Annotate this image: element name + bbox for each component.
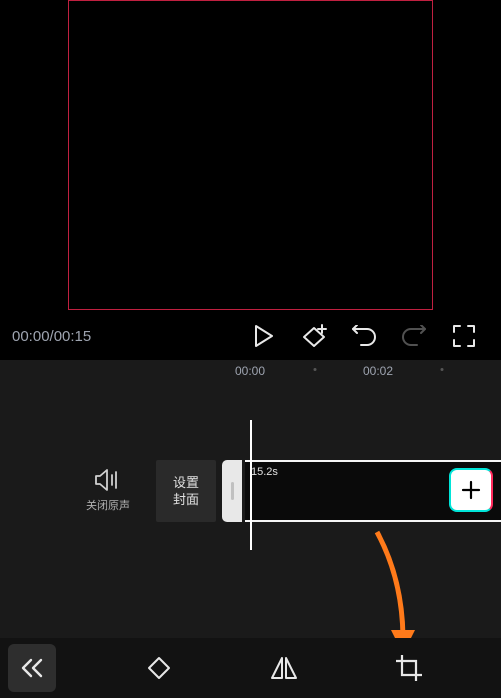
fullscreen-button[interactable] [443, 315, 485, 357]
mute-label: 关闭原声 [86, 497, 130, 513]
time-display: 00:00/00:15 [12, 328, 91, 345]
crop-icon [396, 655, 422, 681]
keyframe-add-icon [300, 323, 328, 349]
annotation-arrow [355, 530, 435, 638]
clip-duration-label: 15.2s [251, 466, 278, 478]
add-clip-button[interactable] [449, 468, 493, 512]
ruler-tick-dot [314, 368, 317, 371]
clip-left-handle[interactable] [222, 460, 242, 522]
mirror-icon [270, 657, 298, 679]
speaker-icon [95, 469, 121, 491]
ruler-tick-label: 00:00 [235, 364, 265, 378]
player-controls-bar: 00:00/00:15 [0, 312, 501, 360]
mute-original-audio-button[interactable]: 关闭原声 [78, 469, 138, 513]
undo-icon [351, 325, 377, 347]
cover-label-line2: 封面 [173, 491, 199, 508]
playhead[interactable] [250, 420, 252, 550]
undo-button[interactable] [343, 315, 385, 357]
rotate-button[interactable] [135, 644, 183, 692]
crop-button[interactable] [385, 644, 433, 692]
play-icon [254, 325, 274, 347]
timeline-ruler[interactable]: 00:00 00:02 [0, 360, 501, 384]
video-preview-area: 00:00/00:15 [0, 0, 501, 360]
redo-button[interactable] [393, 315, 435, 357]
add-keyframe-button[interactable] [293, 315, 335, 357]
double-chevron-left-icon [20, 658, 44, 678]
cover-label-line1: 设置 [173, 474, 199, 491]
play-button[interactable] [243, 315, 285, 357]
back-button[interactable] [8, 644, 56, 692]
timeline-area[interactable]: 00:00 00:02 关闭原声 设置 封面 15.2s [0, 360, 501, 638]
ruler-tick-label: 00:02 [363, 364, 393, 378]
video-canvas[interactable] [68, 0, 433, 310]
bottom-toolbar [0, 638, 501, 698]
plus-icon [461, 480, 481, 500]
ruler-tick-dot [441, 368, 444, 371]
rotate-icon [146, 655, 172, 681]
set-cover-button[interactable]: 设置 封面 [156, 460, 216, 522]
redo-icon [401, 325, 427, 347]
fullscreen-icon [453, 325, 475, 347]
handle-grip-icon [231, 482, 234, 500]
mirror-button[interactable] [260, 644, 308, 692]
